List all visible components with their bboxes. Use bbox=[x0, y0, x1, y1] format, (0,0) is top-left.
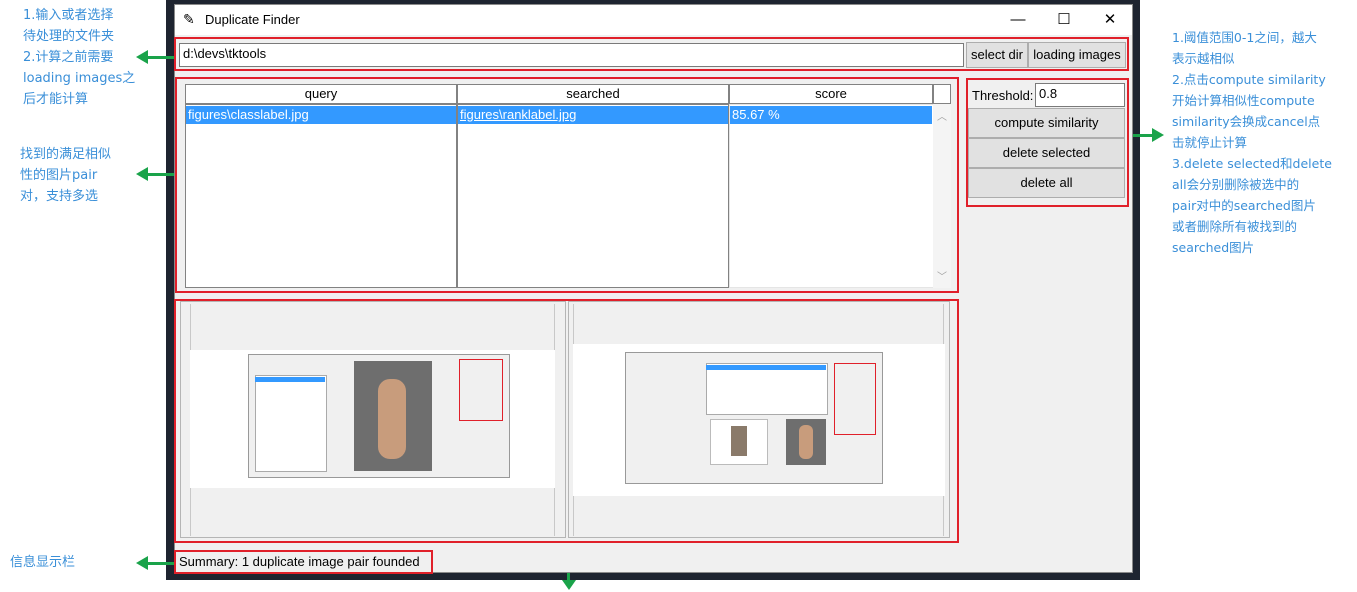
arrow-head-table bbox=[136, 167, 148, 181]
highlight-previews bbox=[174, 299, 959, 543]
arrow-head-controls bbox=[1152, 128, 1164, 142]
highlight-toolbar bbox=[174, 37, 1129, 71]
arrow-toolbar bbox=[146, 56, 174, 59]
minimize-button[interactable]: — bbox=[995, 5, 1041, 35]
annotation-pairs: 找到的满足相似 性的图片pair 对，支持多选 bbox=[20, 147, 112, 204]
maximize-button[interactable]: ☐ bbox=[1041, 5, 1087, 35]
annotation-status: 信息显示栏 bbox=[10, 555, 76, 570]
window-title: Duplicate Finder bbox=[205, 12, 300, 27]
arrow-head-toolbar bbox=[136, 50, 148, 64]
arrow-head-status bbox=[136, 556, 148, 570]
arrow-controls bbox=[1130, 134, 1154, 137]
highlight-table bbox=[175, 77, 959, 293]
close-button[interactable]: ✕ bbox=[1087, 5, 1133, 35]
annotation-controls: 1.阈值范围0-1之间，越大 表示越相似 2.点击compute similar… bbox=[1172, 30, 1332, 255]
arrow-status bbox=[146, 562, 174, 565]
feather-icon: ✎ bbox=[183, 11, 195, 27]
arrow-table bbox=[146, 173, 174, 176]
title-bar: ✎ Duplicate Finder — ☐ ✕ bbox=[175, 5, 1132, 35]
arrow-head-preview bbox=[562, 580, 576, 590]
highlight-controls bbox=[966, 78, 1129, 207]
annotation-input-folder: 1.输入或者选择 待处理的文件夹 2.计算之前需要 loading images… bbox=[23, 8, 136, 107]
highlight-status bbox=[174, 550, 433, 574]
